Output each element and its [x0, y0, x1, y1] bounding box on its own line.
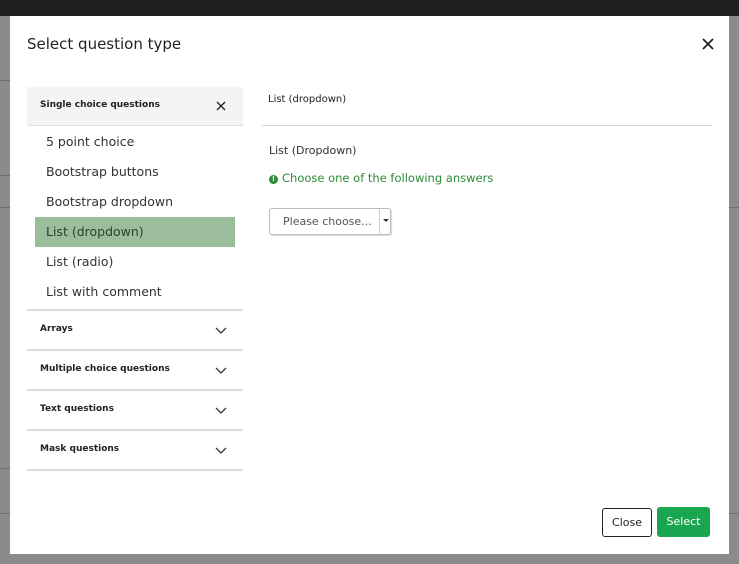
item-label: Bootstrap dropdown — [46, 194, 174, 209]
group-mask-questions[interactable]: Mask questions — [27, 431, 243, 471]
item-label: List with comment — [46, 284, 162, 299]
help-text: Choose one of the following answers — [282, 171, 494, 185]
background-divider — [0, 80, 10, 81]
collapse-icon[interactable] — [215, 100, 227, 115]
group-label: Text questions — [40, 404, 114, 414]
caret-down-icon — [383, 219, 389, 222]
item-label: 5 point choice — [46, 134, 135, 149]
item-label: List (radio) — [46, 254, 114, 269]
question-type-accordion: Single choice questions 5 point choice B… — [27, 87, 243, 471]
close-icon[interactable] — [700, 36, 716, 52]
chevron-down-icon[interactable] — [215, 364, 227, 379]
question-type-item-selected[interactable]: List (dropdown) — [35, 217, 235, 247]
question-text: List (Dropdown) — [269, 144, 357, 157]
group-multiple-choice[interactable]: Multiple choice questions — [27, 351, 243, 391]
select-button[interactable]: Select — [657, 507, 710, 537]
dropdown-placeholder: Please choose... — [283, 215, 372, 228]
chevron-down-icon[interactable] — [215, 404, 227, 419]
dropdown-toggle[interactable] — [379, 209, 391, 234]
item-label: Bootstrap buttons — [46, 164, 159, 179]
single-choice-items: 5 point choice Bootstrap buttons Bootstr… — [27, 126, 243, 311]
question-type-item[interactable]: List with comment — [35, 277, 235, 307]
question-type-item[interactable]: 5 point choice — [35, 127, 235, 157]
exclamation-icon: ! — [269, 175, 278, 184]
chevron-down-icon[interactable] — [215, 324, 227, 339]
background-divider — [0, 175, 10, 176]
group-label: Mask questions — [40, 444, 120, 454]
group-label: Single choice questions — [40, 100, 160, 110]
group-label: Multiple choice questions — [40, 364, 170, 374]
question-type-item[interactable]: Bootstrap dropdown — [35, 187, 235, 217]
close-button[interactable]: Close — [602, 508, 652, 537]
answer-dropdown[interactable]: Please choose... — [269, 208, 391, 235]
question-type-item[interactable]: List (radio) — [35, 247, 235, 277]
group-label: Arrays — [40, 324, 73, 334]
group-arrays[interactable]: Arrays — [27, 311, 243, 351]
divider — [262, 125, 713, 126]
preview-title: List (dropdown) — [268, 94, 347, 105]
item-label: List (dropdown) — [46, 224, 144, 239]
group-single-choice[interactable]: Single choice questions — [27, 87, 243, 126]
modal-title: Select question type — [27, 35, 182, 53]
group-text-questions[interactable]: Text questions — [27, 391, 243, 431]
chevron-down-icon[interactable] — [215, 444, 227, 459]
select-question-type-modal: Select question type Single choice quest… — [10, 16, 729, 554]
background-divider — [0, 468, 10, 469]
question-type-item[interactable]: Bootstrap buttons — [35, 157, 235, 187]
question-help: ! Choose one of the following answers — [269, 171, 493, 185]
background-topbar — [0, 0, 739, 16]
